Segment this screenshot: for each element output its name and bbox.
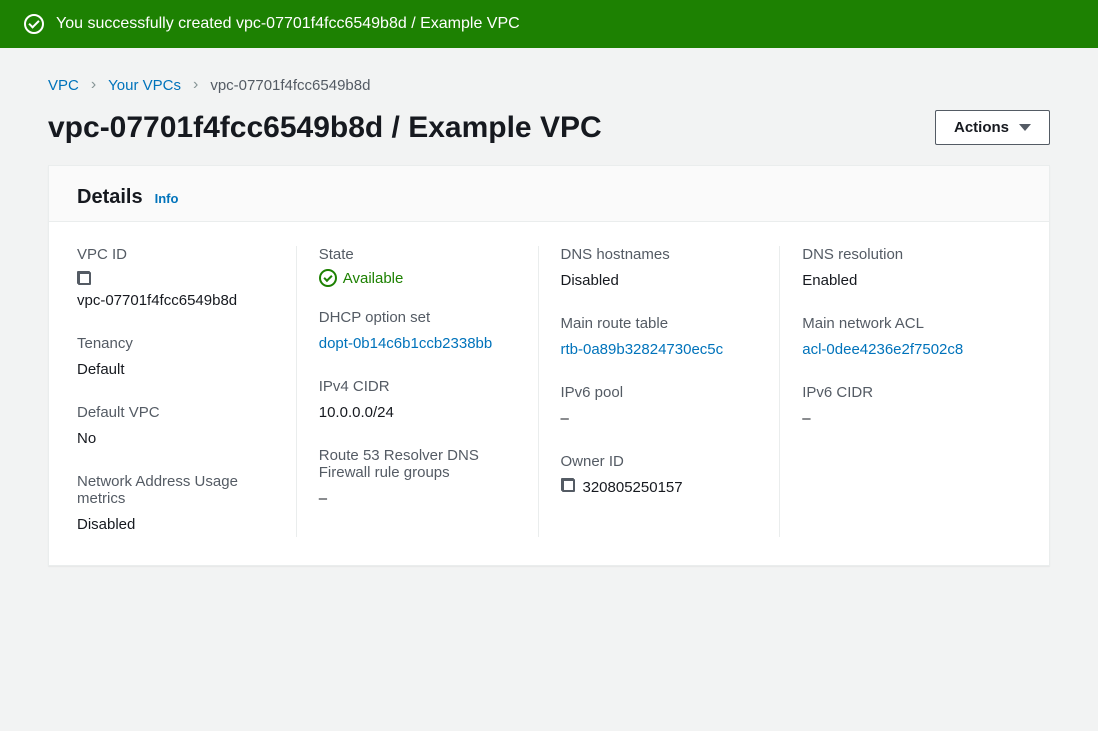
field-label: DHCP option set <box>319 309 516 326</box>
field-value: Disabled <box>77 513 274 537</box>
field-value: – <box>319 487 516 511</box>
field-label: Owner ID <box>561 453 758 470</box>
field-label: DNS hostnames <box>561 246 758 263</box>
copy-icon[interactable] <box>77 271 91 285</box>
success-check-icon <box>24 14 44 34</box>
field-main-route-table: Main route table rtb-0a89b32824730ec5c <box>561 315 758 362</box>
breadcrumb: VPC › Your VPCs › vpc-07701f4fcc6549b8d <box>48 76 1050 94</box>
field-value: – <box>561 407 758 431</box>
field-state: State Available <box>319 246 516 287</box>
field-vpc-id: VPC ID vpc-07701f4fcc6549b8d <box>77 246 274 313</box>
info-link[interactable]: Info <box>155 191 179 206</box>
field-label: Default VPC <box>77 404 274 421</box>
field-label: Tenancy <box>77 335 274 352</box>
details-panel: Details Info VPC ID vpc-07701f4fcc6549b8… <box>48 165 1050 566</box>
field-main-network-acl: Main network ACL acl-0dee4236e2f7502c8 <box>802 315 999 362</box>
field-route53: Route 53 Resolver DNS Firewall rule grou… <box>319 447 516 511</box>
dhcp-link[interactable]: dopt-0b14c6b1ccb2338bb <box>319 332 516 356</box>
field-value: – <box>802 407 999 431</box>
field-default-vpc: Default VPC No <box>77 404 274 451</box>
field-ipv6-pool: IPv6 pool – <box>561 384 758 431</box>
field-tenancy: Tenancy Default <box>77 335 274 382</box>
field-label: Network Address Usage metrics <box>77 473 274 507</box>
chevron-right-icon: › <box>193 76 198 94</box>
page-title: vpc-07701f4fcc6549b8d / Example VPC <box>48 111 602 145</box>
field-value: 10.0.0.0/24 <box>319 401 516 425</box>
chevron-right-icon: › <box>91 76 96 94</box>
field-value: Enabled <box>802 269 999 293</box>
network-acl-link[interactable]: acl-0dee4236e2f7502c8 <box>802 338 999 362</box>
field-value: No <box>77 427 274 451</box>
route-table-link[interactable]: rtb-0a89b32824730ec5c <box>561 338 758 362</box>
panel-header: Details Info <box>49 166 1049 222</box>
field-value: Available <box>343 270 404 287</box>
breadcrumb-current: vpc-07701f4fcc6549b8d <box>210 77 370 94</box>
field-value: 320805250157 <box>583 476 683 500</box>
field-value: Disabled <box>561 269 758 293</box>
field-dhcp-option-set: DHCP option set dopt-0b14c6b1ccb2338bb <box>319 309 516 356</box>
breadcrumb-vpc[interactable]: VPC <box>48 77 79 94</box>
field-label: State <box>319 246 516 263</box>
success-banner: You successfully created vpc-07701f4fcc6… <box>0 0 1098 48</box>
field-ipv6-cidr: IPv6 CIDR – <box>802 384 999 431</box>
actions-label: Actions <box>954 119 1009 136</box>
field-nau-metrics: Network Address Usage metrics Disabled <box>77 473 274 537</box>
copy-icon[interactable] <box>561 478 575 492</box>
field-label: IPv6 CIDR <box>802 384 999 401</box>
actions-button[interactable]: Actions <box>935 110 1050 145</box>
field-label: Main route table <box>561 315 758 332</box>
breadcrumb-your-vpcs[interactable]: Your VPCs <box>108 77 181 94</box>
field-value: Default <box>77 358 274 382</box>
status-available-icon <box>319 269 337 287</box>
field-label: Route 53 Resolver DNS Firewall rule grou… <box>319 447 516 481</box>
field-dns-hostnames: DNS hostnames Disabled <box>561 246 758 293</box>
field-label: DNS resolution <box>802 246 999 263</box>
field-label: Main network ACL <box>802 315 999 332</box>
field-value: vpc-07701f4fcc6549b8d <box>77 289 274 313</box>
field-owner-id: Owner ID 320805250157 <box>561 453 758 500</box>
field-label: VPC ID <box>77 246 274 263</box>
field-dns-resolution: DNS resolution Enabled <box>802 246 999 293</box>
panel-title: Details <box>77 186 143 209</box>
field-label: IPv4 CIDR <box>319 378 516 395</box>
field-label: IPv6 pool <box>561 384 758 401</box>
caret-down-icon <box>1019 124 1031 131</box>
field-ipv4-cidr: IPv4 CIDR 10.0.0.0/24 <box>319 378 516 425</box>
success-message: You successfully created vpc-07701f4fcc6… <box>56 15 520 33</box>
